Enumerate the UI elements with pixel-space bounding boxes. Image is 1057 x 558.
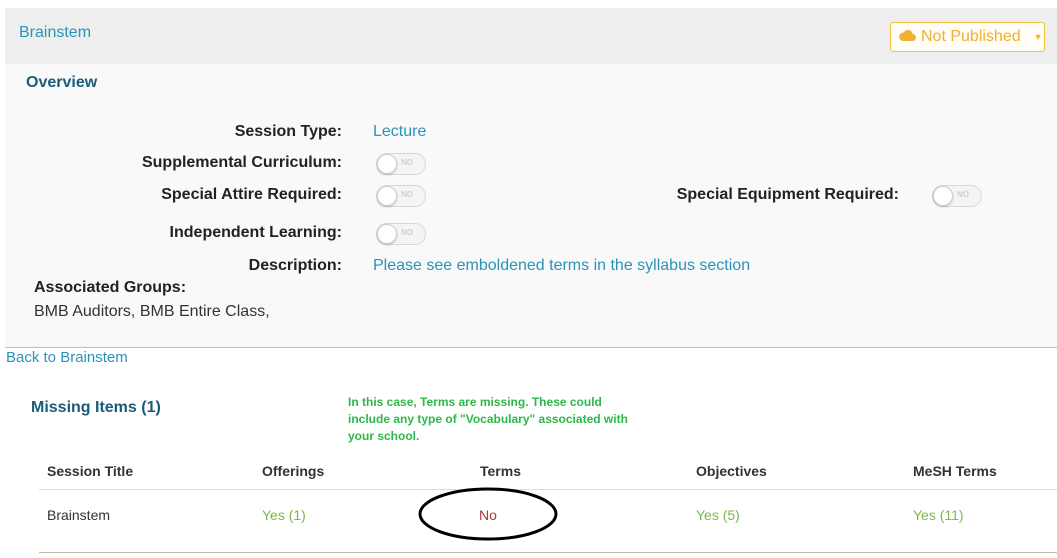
toggle-knob bbox=[377, 224, 397, 244]
back-to-session-link[interactable]: Back to Brainstem bbox=[6, 349, 128, 366]
associated-groups-label: Associated Groups: bbox=[34, 279, 187, 296]
highlight-ellipse bbox=[418, 487, 558, 541]
special-equipment-label: Special Equipment Required: bbox=[676, 186, 899, 203]
missing-items-heading: Missing Items (1) bbox=[31, 399, 161, 416]
toggle-text: NO bbox=[401, 228, 413, 237]
overview-heading: Overview bbox=[26, 74, 98, 91]
special-attire-toggle[interactable]: NO bbox=[376, 185, 426, 207]
toggle-text: NO bbox=[401, 158, 413, 167]
caret-down-icon: ▼ bbox=[1033, 32, 1043, 42]
cloud-icon bbox=[899, 28, 916, 46]
column-header-terms: Terms bbox=[480, 463, 521, 479]
panel-header: Brainstem Not Published ▼ bbox=[5, 8, 1057, 64]
session-type-label: Session Type: bbox=[234, 123, 342, 140]
publish-status-dropdown[interactable]: Not Published ▼ bbox=[890, 22, 1045, 52]
cell-offerings: Yes (1) bbox=[262, 507, 306, 523]
special-equipment-toggle[interactable]: NO bbox=[932, 185, 982, 207]
column-header-offerings: Offerings bbox=[262, 463, 325, 479]
session-type-value[interactable]: Lecture bbox=[373, 123, 426, 141]
associated-groups-value: BMB Auditors, BMB Entire Class, bbox=[34, 303, 270, 320]
description-label: Description: bbox=[248, 257, 342, 274]
cell-objectives: Yes (5) bbox=[696, 507, 740, 523]
publish-status-label: Not Published bbox=[921, 28, 1021, 45]
annotation-note: In this case, Terms are missing. These c… bbox=[348, 395, 628, 443]
independent-learning-toggle[interactable]: NO bbox=[376, 223, 426, 245]
supplemental-curriculum-label: Supplemental Curriculum: bbox=[141, 154, 342, 171]
toggle-knob bbox=[933, 186, 953, 206]
column-header-session-title: Session Title bbox=[47, 463, 134, 479]
toggle-knob bbox=[377, 154, 397, 174]
toggle-text: NO bbox=[401, 190, 413, 199]
session-title-link[interactable]: Brainstem bbox=[19, 24, 91, 42]
supplemental-curriculum-toggle[interactable]: NO bbox=[376, 153, 426, 175]
session-overview-panel: Brainstem Not Published ▼ bbox=[5, 8, 1057, 348]
toggle-text: NO bbox=[957, 190, 969, 199]
cell-session-title[interactable]: Brainstem bbox=[47, 507, 110, 523]
special-attire-label: Special Attire Required: bbox=[161, 186, 342, 203]
independent-learning-label: Independent Learning: bbox=[169, 224, 342, 241]
toggle-knob bbox=[377, 186, 397, 206]
description-value[interactable]: Please see emboldened terms in the sylla… bbox=[373, 257, 750, 275]
cell-mesh-terms: Yes (11) bbox=[913, 507, 964, 523]
column-header-mesh-terms: MeSH Terms bbox=[913, 463, 997, 479]
column-header-objectives: Objectives bbox=[696, 463, 767, 479]
table-bottom-divider bbox=[39, 552, 1057, 553]
